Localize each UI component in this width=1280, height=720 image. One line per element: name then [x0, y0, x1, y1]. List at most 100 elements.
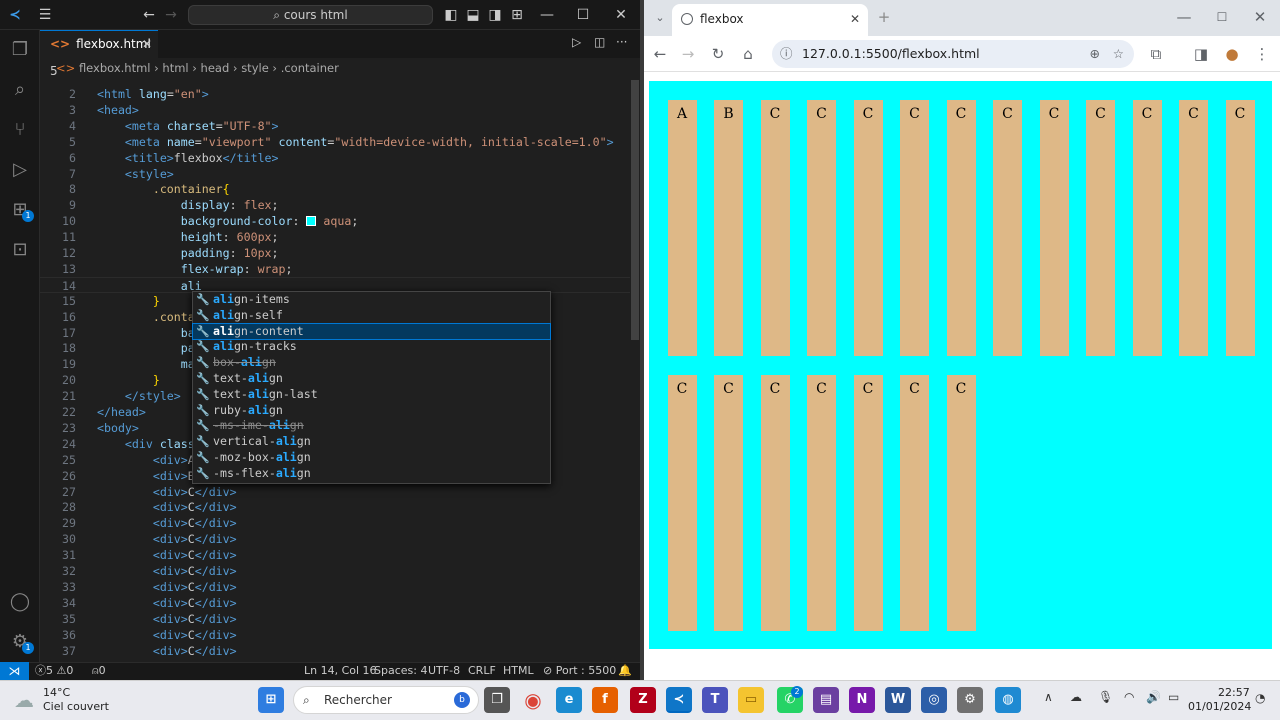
side-panel-icon[interactable]: ◨ [1191, 44, 1211, 64]
code-line[interactable]: 3 <head> [40, 102, 630, 118]
code-text[interactable]: mar [97, 356, 202, 372]
code-text[interactable]: <div>C</div> [97, 499, 237, 515]
code-line[interactable]: 31 <div>C</div> [40, 547, 630, 563]
editor-scrollbar-thumb[interactable] [631, 80, 639, 340]
bookmark-star-icon[interactable]: ☆ [1113, 40, 1124, 68]
site-info-icon[interactable]: ⓘ [780, 40, 793, 68]
wifi-icon[interactable]: ◠ [1124, 690, 1134, 704]
home-icon[interactable]: ⌂ [738, 44, 758, 64]
code-line[interactable]: 10 background-color: aqua; [40, 213, 630, 229]
code-text[interactable]: <div>C</div> [97, 515, 237, 531]
code-text[interactable]: <div>C</div> [97, 547, 237, 563]
code-text[interactable]: ali [97, 278, 202, 294]
code-line[interactable]: 37 <div>C</div> [40, 643, 630, 659]
line-ending[interactable]: CRLF [468, 662, 496, 680]
explorer-icon[interactable]: ❐ [8, 38, 32, 62]
code-text[interactable]: } [97, 372, 160, 388]
code-text[interactable]: <div>A< [97, 452, 202, 468]
breadcrumb-item[interactable]: flexbox.html [79, 61, 151, 75]
run-debug-icon[interactable]: ▷ [8, 158, 32, 182]
code-text[interactable]: <title>flexbox</title> [97, 150, 279, 166]
word-app-icon[interactable]: W [885, 687, 911, 713]
code-line[interactable]: 13 flex-wrap: wrap; [40, 261, 630, 277]
app-icon[interactable]: ◎ [921, 687, 947, 713]
volume-icon[interactable]: 🔊 [1146, 690, 1161, 704]
code-line[interactable]: 35 <div>C</div> [40, 611, 630, 627]
notifications-bell-icon[interactable]: 🔔 [618, 662, 632, 680]
code-text[interactable]: <div>C</div> [97, 595, 237, 611]
code-line[interactable]: 2 <html lang="en"> [40, 86, 630, 102]
battery-icon[interactable]: ▭ [1168, 690, 1179, 704]
customize-layout-icon[interactable]: ⊞ [508, 6, 526, 24]
errors-indicator[interactable]: ⓧ5 ⚠0 [35, 662, 73, 680]
clock-date[interactable]: 01/01/2024 [1188, 700, 1251, 713]
code-text[interactable]: <div>B< [97, 468, 202, 484]
teams-app-icon[interactable]: T [702, 687, 728, 713]
code-line[interactable]: 6 <title>flexbox</title> [40, 150, 630, 166]
command-center-search[interactable]: ⌕ cours html [188, 5, 433, 25]
forward-arrow-icon[interactable]: → [162, 6, 180, 24]
code-line[interactable]: 36 <div>C</div> [40, 627, 630, 643]
extensions-icon[interactable]: ⧉ [1146, 44, 1166, 64]
code-text[interactable]: <meta name="viewport" content="width=dev… [97, 134, 614, 150]
chrome-menu-icon[interactable]: ⋮ [1252, 44, 1272, 64]
close-tab-icon[interactable]: ✕ [142, 31, 152, 58]
suggestion-item[interactable]: 🔧 text-align-last [193, 387, 550, 403]
file-explorer-app-icon[interactable]: ▭ [738, 687, 764, 713]
code-text[interactable]: <div>C</div> [97, 484, 237, 500]
tab-flexbox-html[interactable]: <> flexbox.html 5 ✕ [40, 30, 158, 78]
code-text[interactable]: <div>C</div> [97, 611, 237, 627]
suggestion-item[interactable]: 🔧 ruby-align [193, 403, 550, 419]
search-icon[interactable]: ⌕ [8, 78, 32, 102]
live-server-port[interactable]: ⊘ Port : 5500 [543, 662, 616, 680]
minimize-icon[interactable]: — [538, 6, 556, 24]
code-text[interactable]: .contai [97, 309, 202, 325]
suggestion-item[interactable]: 🔧 vertical-align [193, 434, 550, 450]
suggestion-item[interactable]: 🔧 -moz-box-align [193, 450, 550, 466]
code-text[interactable]: <style> [97, 166, 174, 182]
close-window-icon[interactable]: ✕ [612, 6, 630, 24]
code-text[interactable]: </style> [97, 388, 181, 404]
code-line[interactable]: 33 <div>C</div> [40, 579, 630, 595]
close-window-icon[interactable]: ✕ [1250, 7, 1270, 27]
notification-center-icon[interactable]: ◔ [1255, 691, 1265, 705]
suggestion-item[interactable]: 🔧 align-content [192, 322, 551, 341]
task-view-icon[interactable]: ❐ [484, 687, 510, 713]
breadcrumb-item[interactable]: .container [281, 61, 339, 75]
code-line[interactable]: 32 <div>C</div> [40, 563, 630, 579]
remote-explorer-icon[interactable]: ⊡ [8, 238, 32, 262]
accounts-icon[interactable]: ◯ [8, 590, 32, 614]
code-text[interactable]: display: flex; [97, 197, 279, 213]
suggestion-item[interactable]: 🔧 box-align [193, 355, 550, 371]
onedrive-cloud-icon[interactable]: ☁ [1070, 690, 1082, 704]
code-line[interactable]: 27 <div>C</div> [40, 484, 630, 500]
microphone-icon[interactable]: 🎙 [1098, 690, 1113, 704]
reload-icon[interactable]: ↻ [708, 44, 728, 64]
code-line[interactable]: 5 <meta name="viewport" content="width=d… [40, 134, 630, 150]
filezilla-app-icon[interactable]: Z [630, 687, 656, 713]
globe-app-icon[interactable]: ◍ [995, 687, 1021, 713]
remote-indicator-icon[interactable]: ⋊ [0, 662, 29, 680]
code-text[interactable]: <div>C</div> [97, 643, 237, 659]
code-text[interactable]: <div>C</div> [97, 579, 237, 595]
browser-tab-flexbox[interactable]: flexbox ✕ [672, 4, 868, 36]
code-text[interactable]: </head> [97, 404, 146, 420]
code-text[interactable]: <div>C</div> [97, 563, 237, 579]
code-line[interactable]: 9 display: flex; [40, 197, 630, 213]
maximize-icon[interactable]: ☐ [1212, 7, 1232, 27]
taskbar-search[interactable]: ⌕ Rechercher b [293, 686, 479, 714]
forward-arrow-icon[interactable]: → [678, 44, 698, 64]
code-line[interactable]: 34 <div>C</div> [40, 595, 630, 611]
code-line[interactable]: 7 <style> [40, 166, 630, 182]
back-arrow-icon[interactable]: ← [140, 6, 158, 24]
suggestion-item[interactable]: 🔧 align-self [193, 308, 550, 324]
zoom-icon[interactable]: ⊕ [1090, 40, 1100, 68]
weather-description[interactable]: Ciel couvert [43, 700, 109, 713]
run-icon[interactable]: ▷ [572, 35, 581, 49]
address-bar[interactable]: ⓘ 127.0.0.1:5500/flexbox.html ⊕ ☆ [772, 40, 1134, 68]
profile-avatar[interactable]: ● [1222, 44, 1242, 64]
firefox-app-icon[interactable]: f [592, 687, 618, 713]
clipchamp-app-icon[interactable]: ▤ [813, 687, 839, 713]
suggestion-item[interactable]: 🔧 -ms-flex-align [193, 466, 550, 482]
weather-cloud-icon[interactable]: ☁ [14, 688, 34, 712]
